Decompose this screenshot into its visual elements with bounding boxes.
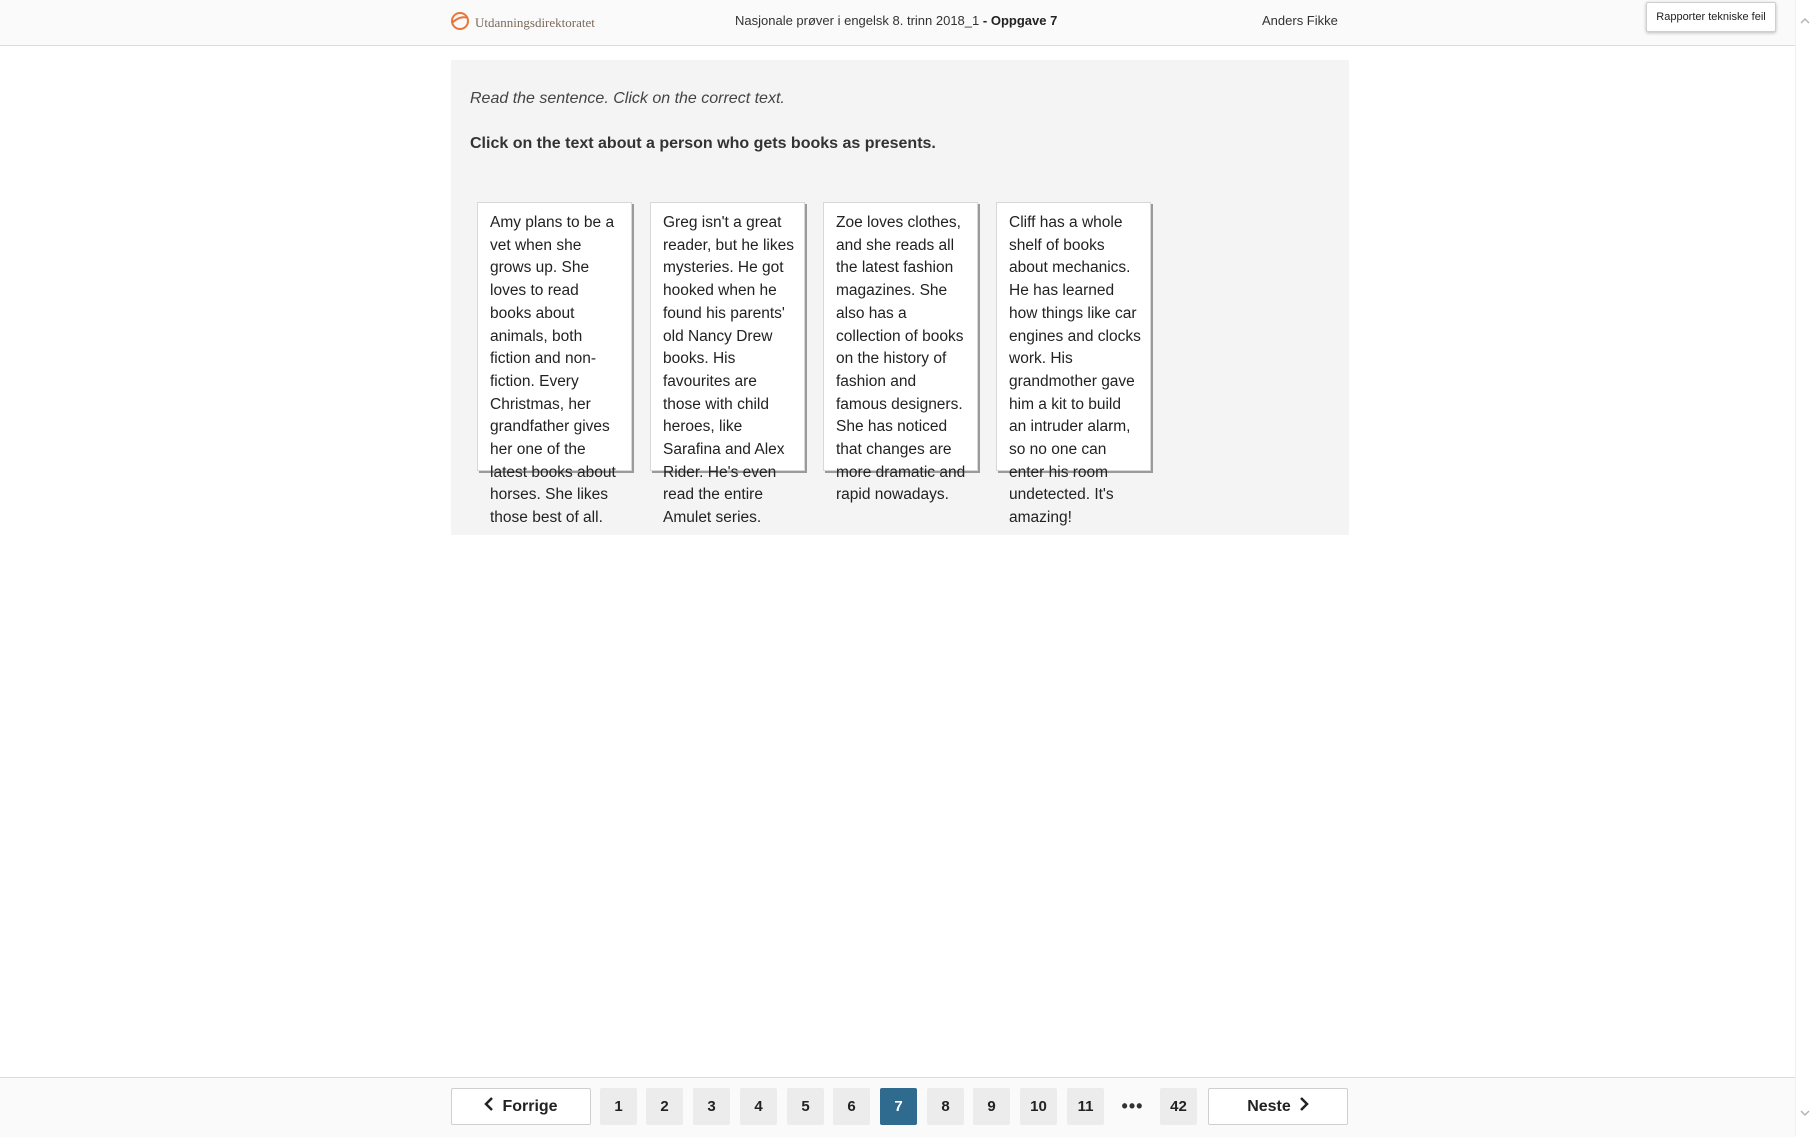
previous-label: Forrige (502, 1097, 558, 1115)
task-panel: Read the sentence. Click on the correct … (451, 60, 1349, 535)
page-button-6[interactable]: 6 (833, 1088, 870, 1125)
page-button-5[interactable]: 5 (787, 1088, 824, 1125)
page-button-8[interactable]: 8 (927, 1088, 964, 1125)
exam-title: Nasjonale prøver i engelsk 8. trinn 2018… (735, 13, 1057, 28)
page-button-9[interactable]: 9 (973, 1088, 1010, 1125)
footer-navigation: Forrige 1 2 3 4 5 6 7 8 9 10 11 ••• 42 N… (0, 1077, 1796, 1137)
answer-options: Amy plans to be a vet when she grows up.… (477, 202, 1151, 526)
task-label: - Oppgave 7 (982, 13, 1058, 28)
page-ellipsis: ••• (1121, 1096, 1144, 1116)
logo-text: Utdanningsdirektoratet (475, 15, 595, 30)
next-label: Neste (1247, 1097, 1291, 1115)
user-name: Anders Fikke (1262, 13, 1338, 28)
answer-option-amy[interactable]: Amy plans to be a vet when she grows up.… (477, 202, 632, 526)
scroll-up-arrow-icon[interactable] (1796, 12, 1813, 29)
vertical-scrollbar[interactable] (1795, 0, 1813, 1136)
scroll-down-arrow-icon[interactable] (1796, 1105, 1813, 1122)
task-question: Click on the text about a person who get… (470, 135, 936, 152)
chevron-left-icon (484, 1097, 494, 1116)
chevron-right-icon (1299, 1097, 1309, 1116)
exam-name: Nasjonale prøver i engelsk 8. trinn 2018… (735, 13, 980, 28)
top-bar: Utdanningsdirektoratet Nasjonale prøver … (0, 0, 1796, 46)
page-button-10[interactable]: 10 (1020, 1088, 1057, 1125)
previous-button[interactable]: Forrige (451, 1088, 591, 1125)
page-button-1[interactable]: 1 (600, 1088, 637, 1125)
task-instruction: Read the sentence. Click on the correct … (470, 90, 785, 107)
page-button-2[interactable]: 2 (646, 1088, 683, 1125)
page-button-4[interactable]: 4 (740, 1088, 777, 1125)
page-button-11[interactable]: 11 (1067, 1088, 1104, 1125)
report-technical-error-button[interactable]: Rapporter tekniske feil (1646, 2, 1776, 32)
answer-option-zoe[interactable]: Zoe loves clothes, and she reads all the… (823, 202, 978, 503)
page-button-3[interactable]: 3 (693, 1088, 730, 1125)
page-button-42[interactable]: 42 (1160, 1088, 1197, 1125)
next-button[interactable]: Neste (1208, 1088, 1348, 1125)
answer-option-greg[interactable]: Greg isn't a great reader, but he likes … (650, 202, 805, 526)
page-button-7-current[interactable]: 7 (880, 1088, 917, 1125)
answer-option-cliff[interactable]: Cliff has a whole shelf of books about m… (996, 202, 1151, 526)
udir-logo-icon (450, 11, 470, 36)
logo: Utdanningsdirektoratet (450, 11, 595, 35)
